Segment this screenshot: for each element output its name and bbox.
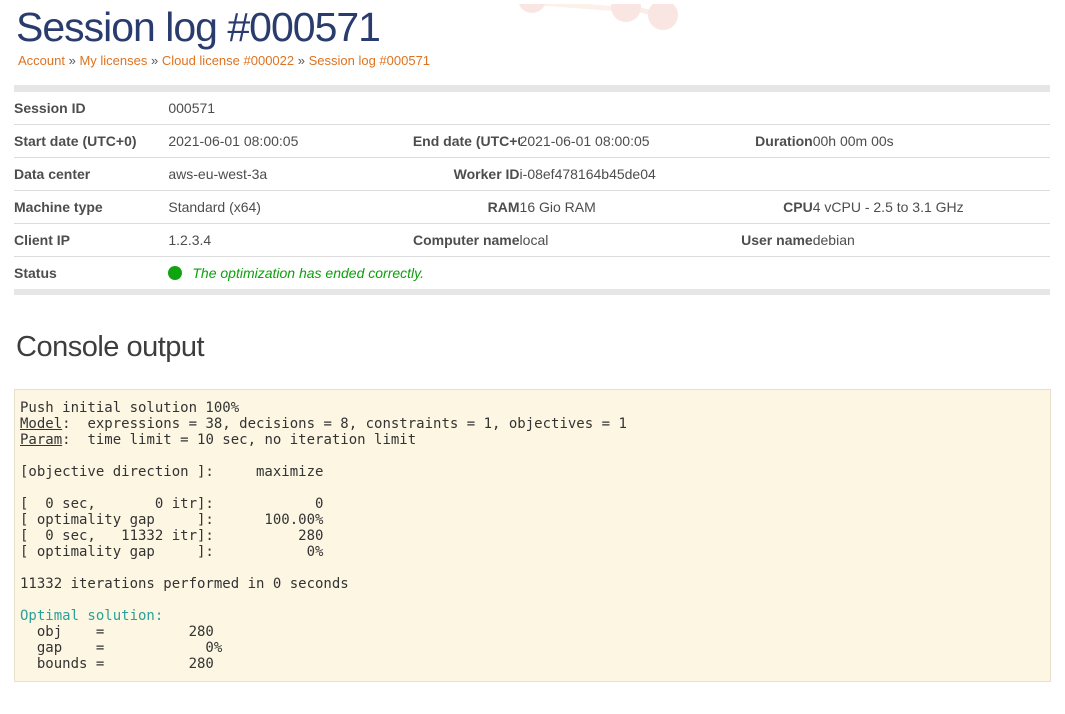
console-text: [ 0 sec, 11332 itr]: 280	[20, 528, 323, 544]
console-output-title: Console output	[16, 332, 1065, 364]
console-highlight-text: Optimal solution:	[20, 608, 163, 624]
breadcrumb-separator: »	[65, 53, 79, 68]
status-ok-icon	[168, 266, 182, 280]
console-text: bounds = 280	[20, 656, 214, 672]
breadcrumb-link-4[interactable]: Session log #000571	[309, 53, 430, 68]
console-output: Push initial solution 100% Model: expres…	[14, 389, 1051, 682]
breadcrumb-link-3[interactable]: Cloud license #000022	[162, 53, 294, 68]
field-label: Client IP	[14, 224, 168, 257]
field-value: i-08ef478164b45de04	[520, 158, 1050, 191]
table-row: Start date (UTC+0)2021-06-01 08:00:05End…	[14, 125, 1050, 158]
field-label: Duration	[713, 125, 812, 158]
field-value: 1.2.3.4	[168, 224, 412, 257]
table-row: Session ID000571	[14, 89, 1050, 125]
breadcrumb-separator: »	[294, 53, 308, 68]
field-label: User name	[713, 224, 812, 257]
console-text: gap = 0%	[20, 640, 222, 656]
field-value: 000571	[168, 89, 1050, 125]
console-text: [ 0 sec, 0 itr]: 0	[20, 496, 323, 512]
field-value: debian	[813, 224, 1050, 257]
console-text: : time limit = 10 sec, no iteration limi…	[62, 432, 416, 448]
field-value: aws-eu-west-3a	[168, 158, 412, 191]
field-label: End date (UTC+0)	[413, 125, 520, 158]
table-row: Status The optimization has ended correct…	[14, 257, 1050, 293]
field-label: Computer name	[413, 224, 520, 257]
breadcrumb-separator: »	[147, 53, 161, 68]
table-row: Client IP1.2.3.4Computer namelocalUser n…	[14, 224, 1050, 257]
field-value: 00h 00m 00s	[813, 125, 1050, 158]
console-text: [ optimality gap ]: 0%	[20, 544, 323, 560]
field-label: RAM	[413, 191, 520, 224]
console-text: Push initial solution 100%	[20, 400, 239, 416]
console-text: Param	[20, 432, 62, 448]
field-value: 2021-06-01 08:00:05	[168, 125, 412, 158]
field-label: Status	[14, 257, 168, 293]
table-row: Machine typeStandard (x64)RAM16 Gio RAMC…	[14, 191, 1050, 224]
field-label: Worker ID	[413, 158, 520, 191]
console-text: obj = 280	[20, 624, 214, 640]
field-value: local	[520, 224, 714, 257]
breadcrumb-link-2[interactable]: My licenses	[79, 53, 147, 68]
status-message: The optimization has ended correctly.	[192, 265, 424, 281]
field-value: 4 vCPU - 2.5 to 3.1 GHz	[813, 191, 1050, 224]
field-label: CPU	[713, 191, 812, 224]
field-label: Data center	[14, 158, 168, 191]
status-cell: The optimization has ended correctly.	[168, 257, 1050, 293]
field-value: 16 Gio RAM	[520, 191, 714, 224]
page-title: Session log #000571	[16, 4, 1065, 51]
console-text: Model	[20, 416, 62, 432]
field-label: Machine type	[14, 191, 168, 224]
console-text: [objective direction ]: maximize	[20, 464, 323, 480]
console-text: : expressions = 38, decisions = 8, const…	[62, 416, 627, 432]
breadcrumb-link-1[interactable]: Account	[18, 53, 65, 68]
field-value: 2021-06-01 08:00:05	[520, 125, 714, 158]
breadcrumb: Account » My licenses » Cloud license #0…	[18, 53, 1065, 68]
field-value: Standard (x64)	[168, 191, 412, 224]
field-label: Start date (UTC+0)	[14, 125, 168, 158]
console-text: 11332 iterations performed in 0 seconds	[20, 576, 349, 592]
console-text: [ optimality gap ]: 100.00%	[20, 512, 323, 528]
field-label: Session ID	[14, 89, 168, 125]
table-row: Data centeraws-eu-west-3aWorker IDi-08ef…	[14, 158, 1050, 191]
session-details-table: Session ID000571Start date (UTC+0)2021-0…	[14, 85, 1050, 295]
